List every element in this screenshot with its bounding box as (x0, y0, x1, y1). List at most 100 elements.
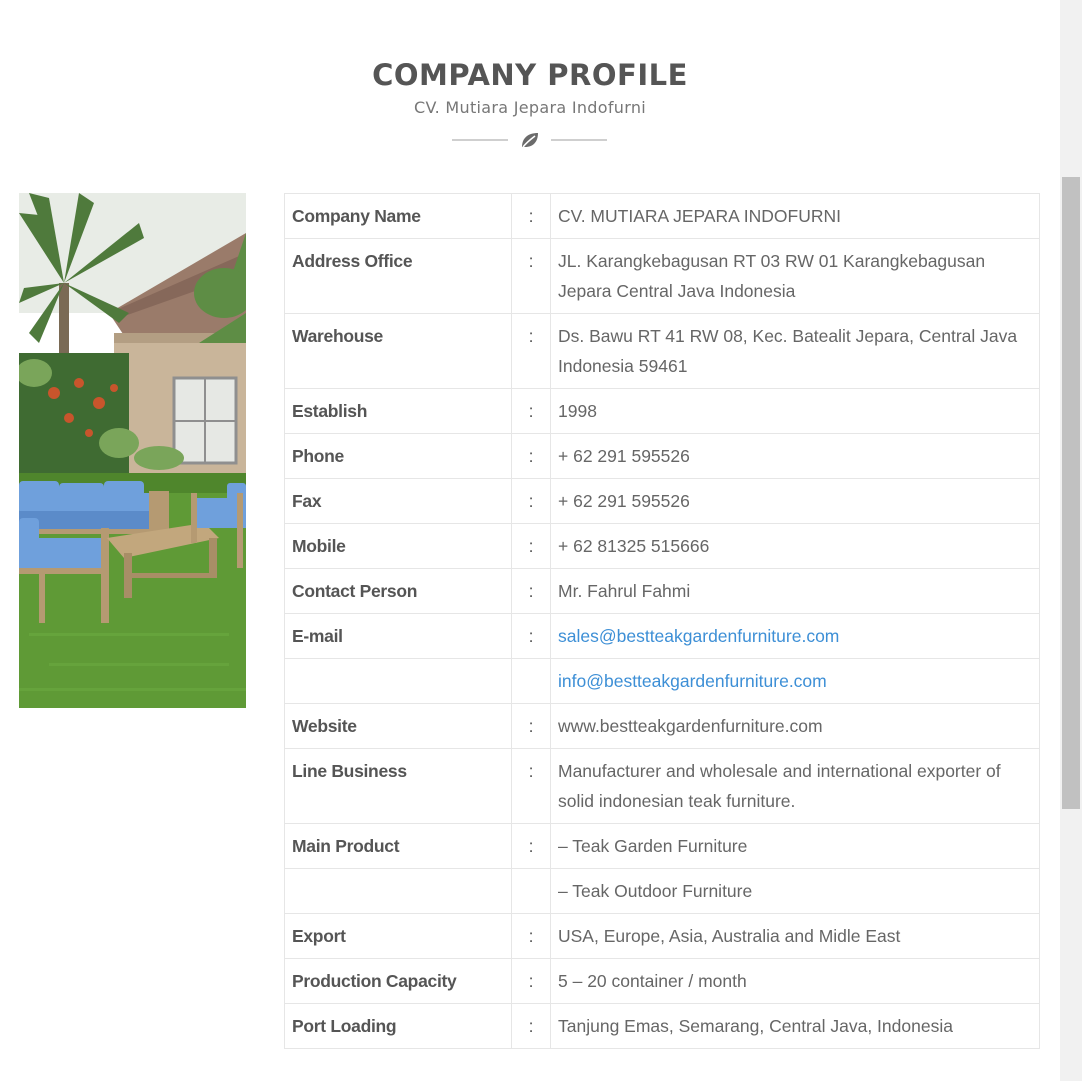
table-row: Fax: + 62 291 595526 (284, 478, 1040, 524)
row-label-cell (284, 658, 512, 704)
row-label: Phone (292, 446, 344, 466)
row-colon-cell: : (511, 478, 551, 524)
row-label-cell: Establish (284, 388, 512, 434)
row-label-cell: Fax (284, 478, 512, 524)
row-colon-cell: : (511, 613, 551, 659)
row-value: 1998 (558, 401, 597, 421)
row-value-cell: JL. Karangkebagusan RT 03 RW 01 Karangke… (550, 238, 1040, 314)
row-colon: : (528, 401, 534, 421)
row-colon: : (528, 626, 534, 646)
row-label: Address Office (292, 251, 413, 271)
row-value: sales@bestteakgardenfurniture.com (558, 614, 1032, 658)
row-colon-cell: : (511, 1003, 551, 1049)
row-value-cell: sales@bestteakgardenfurniture.com (550, 613, 1040, 659)
row-label (292, 659, 504, 673)
row-label: Warehouse (292, 326, 383, 346)
row-value: – Teak Outdoor Furniture (558, 881, 753, 901)
row-colon-cell (511, 658, 551, 704)
divider-line-right (551, 139, 607, 141)
row-label-cell: Export (284, 913, 512, 959)
row-label: Company Name (292, 206, 421, 226)
table-row: Company Name: CV. MUTIARA JEPARA INDOFURN… (284, 193, 1040, 239)
row-colon-cell: : (511, 523, 551, 569)
table-row: E-mail: sales@bestteakgardenfurniture.com (284, 613, 1040, 659)
row-value-cell: CV. MUTIARA JEPARA INDOFURNI (550, 193, 1040, 239)
row-colon-cell: : (511, 703, 551, 749)
table-row: – Teak Outdoor Furniture (284, 868, 1040, 914)
row-colon-cell: : (511, 193, 551, 239)
row-colon-cell: : (511, 568, 551, 614)
page-title: COMPANY PROFILE (372, 58, 688, 92)
row-colon-cell: : (511, 238, 551, 314)
row-label-cell: Warehouse (284, 313, 512, 389)
row-value-cell: + 62 291 595526 (550, 478, 1040, 524)
row-colon-cell: : (511, 748, 551, 824)
row-label-cell: Port Loading (284, 1003, 512, 1049)
row-colon: : (528, 761, 534, 781)
table-row: Port Loading: Tanjung Emas, Semarang, Cen… (284, 1003, 1040, 1049)
row-value: www.bestteakgardenfurniture.com (558, 716, 823, 736)
row-colon-cell: : (511, 388, 551, 434)
row-colon-cell: : (511, 433, 551, 479)
row-colon (519, 659, 543, 673)
row-value-cell: 1998 (550, 388, 1040, 434)
table-row: Establish: 1998 (284, 388, 1040, 434)
row-colon: : (528, 1016, 534, 1036)
row-value-cell: info@bestteakgardenfurniture.com (550, 658, 1040, 704)
row-colon: : (528, 971, 534, 991)
row-colon: : (528, 206, 534, 226)
page-scrollbar[interactable] (1060, 0, 1082, 1081)
row-label-cell: Phone (284, 433, 512, 479)
row-colon-cell (511, 868, 551, 914)
row-colon: : (528, 251, 534, 271)
row-value-cell: Mr. Fahrul Fahmi (550, 568, 1040, 614)
company-profile-table: Company Name: CV. MUTIARA JEPARA INDOFURN… (284, 193, 1040, 1049)
email-link[interactable]: info@bestteakgardenfurniture.com (558, 671, 827, 691)
row-label-cell: E-mail (284, 613, 512, 659)
email-link[interactable]: sales@bestteakgardenfurniture.com (558, 626, 839, 646)
row-value-cell: + 62 81325 515666 (550, 523, 1040, 569)
row-label: Establish (292, 401, 368, 421)
scrollbar-thumb[interactable] (1062, 177, 1080, 809)
row-colon-cell: : (511, 958, 551, 1004)
row-value-cell: + 62 291 595526 (550, 433, 1040, 479)
row-label-cell (284, 868, 512, 914)
row-label-cell: Company Name (284, 193, 512, 239)
row-label: Main Product (292, 836, 400, 856)
row-label-cell: Production Capacity (284, 958, 512, 1004)
row-value: + 62 291 595526 (558, 491, 690, 511)
row-value-cell: USA, Europe, Asia, Australia and Midle E… (550, 913, 1040, 959)
table-row: Main Product: – Teak Garden Furniture (284, 823, 1040, 869)
row-colon (519, 869, 543, 883)
row-value-cell: Ds. Bawu RT 41 RW 08, Kec. Batealit Jepa… (550, 313, 1040, 389)
row-label-cell: Website (284, 703, 512, 749)
row-value: Manufacturer and wholesale and internati… (558, 761, 1001, 811)
row-label-cell: Mobile (284, 523, 512, 569)
table-row: Address Office: JL. Karangkebagusan RT 03… (284, 238, 1040, 314)
row-value: Mr. Fahrul Fahmi (558, 581, 691, 601)
row-label: E-mail (292, 626, 343, 646)
row-colon-cell: : (511, 823, 551, 869)
row-label-cell: Contact Person (284, 568, 512, 614)
row-label: Fax (292, 491, 322, 511)
row-value: info@bestteakgardenfurniture.com (558, 659, 1032, 703)
row-label-cell: Line Business (284, 748, 512, 824)
row-colon: : (528, 926, 534, 946)
row-colon: : (528, 536, 534, 556)
row-colon: : (528, 581, 534, 601)
row-value: Ds. Bawu RT 41 RW 08, Kec. Batealit Jepa… (558, 326, 1018, 376)
row-label (292, 869, 504, 883)
row-value-cell: – Teak Garden Furniture (550, 823, 1040, 869)
table-row: Phone: + 62 291 595526 (284, 433, 1040, 479)
row-colon: : (528, 446, 534, 466)
table-row: Warehouse: Ds. Bawu RT 41 RW 08, Kec. Bat… (284, 313, 1040, 389)
table-row: info@bestteakgardenfurniture.com (284, 658, 1040, 704)
row-value: JL. Karangkebagusan RT 03 RW 01 Karangke… (558, 251, 986, 301)
row-value-cell: Manufacturer and wholesale and internati… (550, 748, 1040, 824)
page: COMPANY PROFILE CV. Mutiara Jepara Indof… (0, 0, 1060, 1081)
row-colon: : (528, 491, 534, 511)
row-colon-cell: : (511, 913, 551, 959)
row-colon: : (528, 716, 534, 736)
table-row: Production Capacity: 5 – 20 container / m… (284, 958, 1040, 1004)
row-value: 5 – 20 container / month (558, 971, 747, 991)
